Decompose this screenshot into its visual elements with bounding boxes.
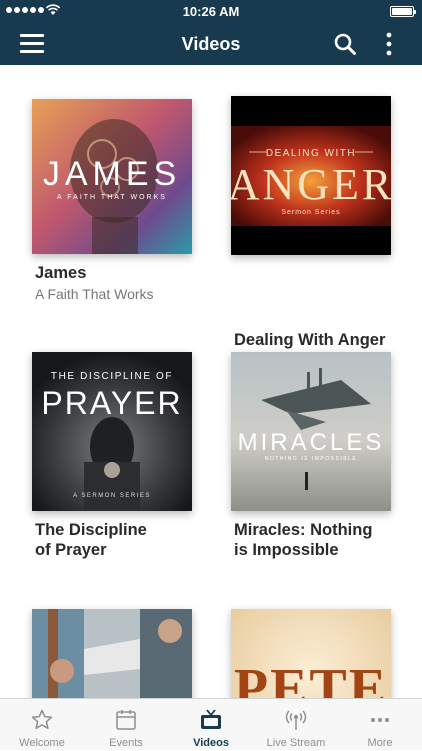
video-thumbnail[interactable]: PETE <box>231 609 391 698</box>
video-title-line-1: Miracles: Nothing <box>234 521 373 539</box>
video-subtitle: A Faith That Works <box>35 286 154 302</box>
page-title: Videos <box>181 34 241 54</box>
video-title: James <box>35 264 87 282</box>
nav-bar: Videos <box>0 22 422 65</box>
broadcast-icon <box>285 710 307 730</box>
star-icon <box>31 709 53 730</box>
video-thumbnail[interactable]: MIRACLES NOTHING IS IMPOSSIBLE <box>231 352 391 511</box>
video-card-discipline-of-prayer[interactable]: THE DISCIPLINE OF PRAYER A SERMON SERIES… <box>32 352 200 562</box>
tv-icon <box>201 709 221 729</box>
calendar-icon <box>116 710 136 730</box>
video-card-dealing-with-anger[interactable]: DEALING WITH ANGER Sermon Series Dealing… <box>231 96 399 349</box>
video-card-miracles[interactable]: MIRACLES NOTHING IS IMPOSSIBLE Miracles:… <box>231 352 399 562</box>
ellipsis-icon <box>371 718 389 722</box>
video-title-line-2: of Prayer <box>35 541 107 559</box>
tab-events[interactable]: Events <box>84 699 168 751</box>
video-title-line-2: is Impossible <box>234 541 339 559</box>
video-title-line-1: The Discipline <box>35 521 147 539</box>
tab-videos[interactable]: Videos <box>168 699 254 751</box>
thumbnail-title: MIRACLES <box>238 429 385 456</box>
tab-welcome[interactable]: Welcome <box>0 699 84 751</box>
tab-more[interactable]: More <box>338 699 422 751</box>
video-title: Dealing With Anger <box>234 331 386 349</box>
video-thumbnail[interactable]: DEALING WITH ANGER Sermon Series <box>231 96 391 255</box>
thumbnail-title: PRAYER <box>41 385 182 421</box>
thumbnail-title: PETE <box>234 658 388 698</box>
battery-icon <box>390 6 416 17</box>
tab-label: More <box>367 737 393 749</box>
thumbnail-top-text: DEALING WITH <box>266 148 356 159</box>
thumbnail-subtitle: NOTHING IS IMPOSSIBLE <box>265 456 357 462</box>
thumbnail-subtitle: A FAITH THAT WORKS <box>57 194 167 201</box>
video-card-5[interactable] <box>32 609 200 698</box>
tab-label: Welcome <box>19 737 65 749</box>
more-options-icon[interactable] <box>380 31 398 57</box>
video-card-james[interactable]: JAMES A FAITH THAT WORKS James A Faith T… <box>32 99 200 309</box>
tab-label: Events <box>109 737 143 749</box>
tab-label: Live Stream <box>266 737 326 749</box>
thumbnail-top-text: THE DISCIPLINE OF <box>51 371 173 382</box>
video-card-pete[interactable]: PETE <box>231 609 399 698</box>
video-thumbnail[interactable]: THE DISCIPLINE OF PRAYER A SERMON SERIES <box>32 352 192 511</box>
status-time: 10:26 AM <box>182 4 240 19</box>
thumbnail-subtitle: A SERMON SERIES <box>73 493 151 499</box>
tab-live-stream[interactable]: Live Stream <box>254 699 338 751</box>
tab-bar: Welcome Events Videos Live Stream More <box>0 698 422 750</box>
thumbnail-subtitle: Sermon Series <box>281 209 340 216</box>
video-thumbnail[interactable] <box>32 609 192 698</box>
thumbnail-title: ANGER <box>231 160 391 209</box>
tab-label: Videos <box>193 737 229 749</box>
status-bar: 10:26 AM <box>0 0 422 22</box>
search-icon[interactable] <box>333 32 357 56</box>
video-thumbnail[interactable]: JAMES A FAITH THAT WORKS <box>32 99 192 254</box>
video-grid: JAMES A FAITH THAT WORKS James A Faith T… <box>0 65 422 698</box>
thumbnail-title: JAMES <box>43 155 181 193</box>
